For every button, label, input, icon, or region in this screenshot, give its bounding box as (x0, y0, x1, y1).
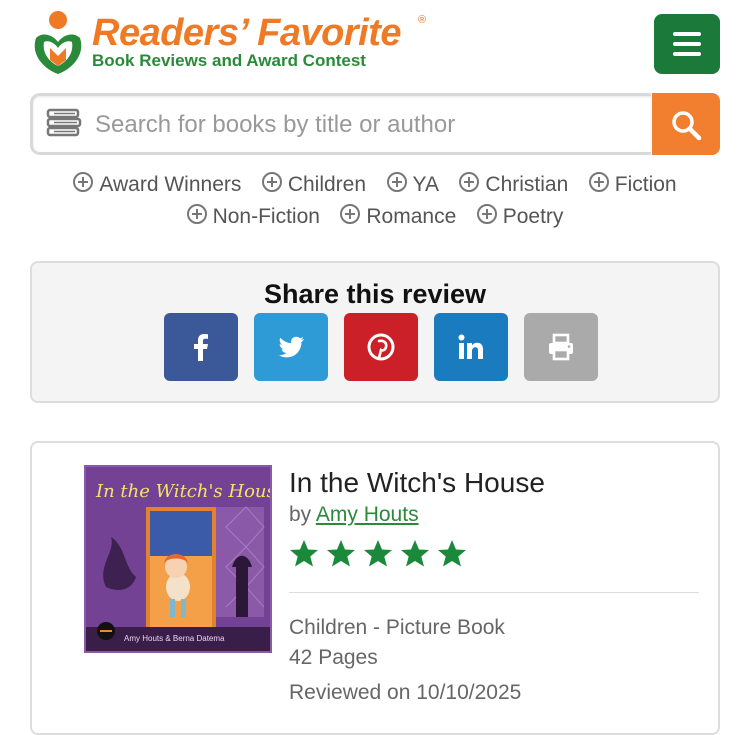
star-icon (327, 540, 355, 567)
divider (289, 592, 699, 593)
logo-subtitle: Book Reviews and Award Contest (92, 51, 366, 70)
review-date: Reviewed on 10/10/2025 (289, 681, 522, 704)
logo-reader-icon (34, 11, 82, 74)
book-title: In the Witch's House (289, 467, 545, 498)
search-field (30, 93, 651, 155)
category-children[interactable]: Children (261, 172, 366, 197)
star-icon (401, 540, 429, 567)
category-romance[interactable]: Romance (340, 204, 456, 229)
linkedin-icon (458, 334, 483, 359)
book-byline: by Amy Houts (289, 503, 419, 526)
cover-title: In the Witch's House (95, 481, 270, 502)
book-pages: 42 Pages (289, 646, 378, 669)
search-icon (672, 111, 702, 141)
logo-title: Readers’ Favorite (92, 12, 402, 54)
search-input[interactable] (93, 102, 637, 148)
print-button[interactable] (524, 313, 598, 381)
category-fiction[interactable]: Fiction (588, 172, 677, 197)
search-bar (30, 93, 720, 155)
category-non-fiction[interactable]: Non-Fiction (186, 204, 320, 229)
site-logo[interactable]: Readers’ Favorite ® Book Reviews and Awa… (28, 8, 448, 78)
pinterest-icon (367, 333, 395, 361)
site-header: Readers’ Favorite ® Book Reviews and Awa… (0, 0, 750, 90)
print-icon (549, 333, 573, 361)
pinterest-share-button[interactable] (344, 313, 418, 381)
plus-circle-icon (459, 172, 480, 192)
star-icon (290, 540, 318, 567)
star-icon (438, 540, 466, 567)
category-ya[interactable]: YA (386, 172, 439, 197)
books-icon (46, 108, 82, 137)
twitter-icon (278, 336, 304, 358)
cover-authors: Amy Houts & Berna Datema (124, 634, 225, 643)
plus-circle-icon (588, 172, 609, 192)
plus-circle-icon (476, 204, 497, 224)
menu-button[interactable] (654, 14, 720, 74)
linkedin-share-button[interactable] (434, 313, 508, 381)
book-cover-illustration: In the Witch's House Amy Houts & Berna D… (86, 467, 270, 651)
category-award-winners[interactable]: Award Winners (73, 172, 241, 197)
share-title: Share this review (263, 279, 487, 309)
facebook-icon (194, 334, 208, 361)
plus-circle-icon (261, 172, 282, 192)
logo-registered-mark: ® (418, 14, 427, 26)
book-cover[interactable]: In the Witch's House Amy Houts & Berna D… (84, 465, 272, 653)
category-row: Non-Fiction Romance Poetry (0, 204, 750, 236)
plus-circle-icon (386, 172, 407, 192)
hamburger-icon (673, 32, 701, 36)
category-row: Award Winners Children YA Christian Fict… (0, 172, 750, 204)
search-button[interactable] (652, 93, 720, 155)
twitter-share-button[interactable] (254, 313, 328, 381)
star-icon (364, 540, 392, 567)
plus-circle-icon (340, 204, 361, 224)
plus-circle-icon (186, 204, 207, 224)
share-panel: Share this review (30, 261, 720, 403)
facebook-share-button[interactable] (164, 313, 238, 381)
review-card: In the Witch's House Amy Houts & Berna D… (30, 441, 720, 735)
plus-circle-icon (73, 172, 94, 192)
category-poetry[interactable]: Poetry (476, 204, 563, 229)
author-link[interactable]: Amy Houts (316, 503, 419, 526)
category-christian[interactable]: Christian (459, 172, 568, 197)
category-links: Award Winners Children YA Christian Fict… (0, 172, 750, 236)
book-genre: Children - Picture Book (289, 616, 505, 639)
